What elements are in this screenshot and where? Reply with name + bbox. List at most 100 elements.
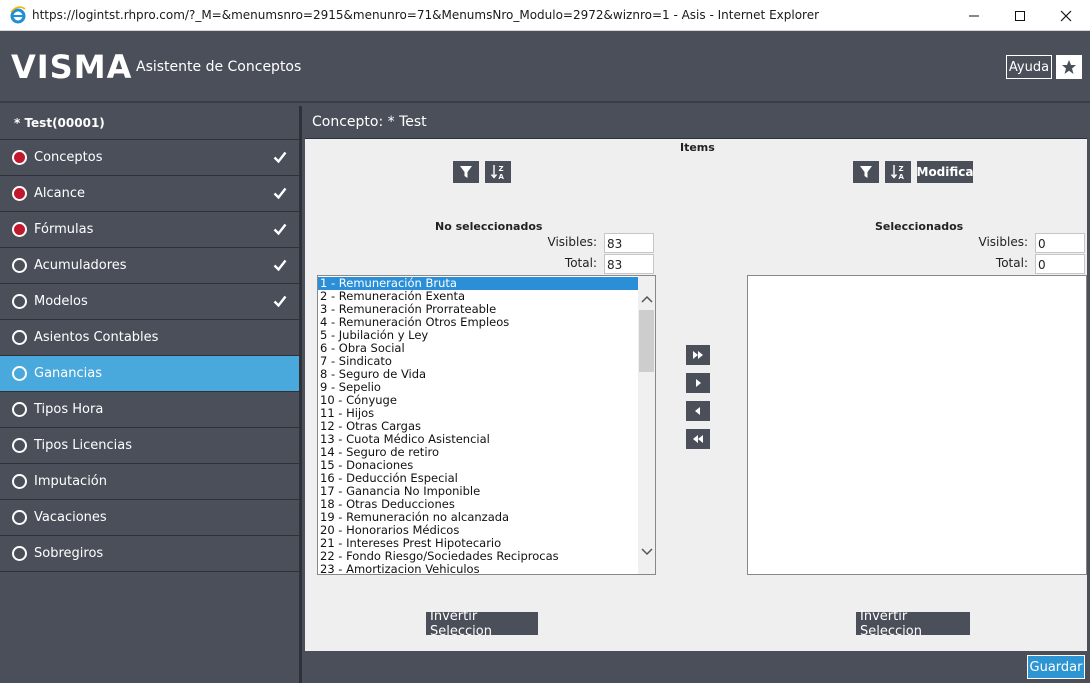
sidebar-item-tipos-hora[interactable]: Tipos Hora	[0, 392, 299, 428]
right-total-field[interactable]: 0	[1035, 254, 1085, 274]
items-label: Items	[680, 141, 715, 154]
sidebar-item-label: Imputación	[34, 474, 108, 489]
svg-text:Z: Z	[499, 165, 504, 173]
selected-listbox[interactable]	[747, 275, 1087, 575]
items-editor: Items Z A Z A Modifica No seleccionados	[305, 139, 1087, 651]
wizard-sidebar: * Test(00001) Conceptos Alcance Fórmulas Ac…	[0, 106, 302, 683]
app-title: Asistente de Conceptos	[136, 59, 302, 75]
step-complete-icon	[12, 150, 27, 165]
move-all-right-button[interactable]	[686, 345, 710, 365]
sort-z-a-icon: Z A	[490, 165, 505, 180]
star-icon	[1062, 60, 1076, 74]
step-circle-icon	[12, 366, 27, 381]
list-item[interactable]: 23 - Amortizacion Vehiculos	[318, 563, 655, 575]
sidebar-item-label: Acumuladores	[34, 258, 127, 273]
sidebar-item-label: Ganancias	[34, 366, 102, 381]
sidebar-item-asientos-contables[interactable]: Asientos Contables	[0, 320, 299, 356]
footer-bar: Guardar	[305, 651, 1087, 683]
wizard-steps: Conceptos Alcance Fórmulas Acumuladores Mode…	[0, 140, 299, 572]
help-button[interactable]: Ayuda	[1006, 55, 1052, 79]
left-invert-selection-button[interactable]: Invertir Seleccion	[426, 609, 538, 639]
sidebar-item-fórmulas[interactable]: Fórmulas	[0, 212, 299, 248]
sidebar-item-label: Tipos Licencias	[34, 438, 133, 453]
double-chevron-left-icon	[693, 435, 703, 443]
right-list-title: Seleccionados	[875, 220, 964, 233]
maximize-button[interactable]	[997, 0, 1043, 31]
sidebar-item-imputación[interactable]: Imputación	[0, 464, 299, 500]
move-all-left-button[interactable]	[686, 429, 710, 449]
right-invert-selection-button[interactable]: Invertir Seleccion	[856, 609, 970, 639]
sidebar-item-label: Tipos Hora	[34, 402, 104, 417]
close-button[interactable]	[1043, 0, 1089, 31]
sidebar-item-label: Fórmulas	[34, 222, 94, 237]
left-list-title: No seleccionados	[435, 220, 543, 233]
sidebar-item-tipos-licencias[interactable]: Tipos Licencias	[0, 428, 299, 464]
step-complete-icon	[12, 186, 27, 201]
checkmark-icon	[273, 295, 287, 308]
left-filter-button[interactable]	[453, 161, 479, 183]
double-chevron-right-icon	[693, 351, 703, 359]
left-visibles-label: Visibles:	[547, 235, 598, 249]
sidebar-item-label: Vacaciones	[34, 510, 107, 525]
checkmark-icon	[273, 187, 287, 200]
sidebar-item-label: Alcance	[34, 186, 86, 201]
filter-icon	[860, 166, 872, 178]
right-sort-button[interactable]: Z A	[885, 161, 911, 183]
left-sort-button[interactable]: Z A	[485, 161, 511, 183]
filter-icon	[460, 166, 472, 178]
sidebar-item-label: Sobregiros	[34, 546, 104, 561]
listbox-scrollbar[interactable]	[638, 276, 655, 574]
scroll-up-icon[interactable]	[638, 290, 655, 307]
minimize-button[interactable]	[951, 0, 997, 31]
sidebar-item-label: Conceptos	[34, 150, 103, 165]
sidebar-item-acumuladores[interactable]: Acumuladores	[0, 248, 299, 284]
checkmark-icon	[273, 151, 287, 164]
sort-z-a-icon: Z A	[890, 165, 905, 180]
right-visibles-field[interactable]: 0	[1035, 233, 1085, 253]
svg-text:A: A	[899, 173, 905, 180]
sidebar-item-label: Modelos	[34, 294, 88, 309]
save-button[interactable]: Guardar	[1027, 655, 1085, 679]
modify-button[interactable]: Modifica	[917, 161, 974, 183]
step-circle-icon	[12, 546, 27, 561]
sidebar-item-modelos[interactable]: Modelos	[0, 284, 299, 320]
move-left-button[interactable]	[686, 401, 710, 421]
sidebar-item-label: Asientos Contables	[34, 330, 159, 345]
visma-logo: VISMA	[11, 48, 133, 86]
sidebar-item-alcance[interactable]: Alcance	[0, 176, 299, 212]
main-panel: Concepto: * Test Items Z A Z A Modifica	[305, 106, 1087, 683]
chevron-right-icon	[696, 379, 701, 387]
step-complete-icon	[12, 222, 27, 237]
left-total-field[interactable]: 83	[604, 254, 654, 274]
sidebar-item-conceptos[interactable]: Conceptos	[0, 140, 299, 176]
app-header: VISMA Asistente de Conceptos Ayuda	[0, 31, 1090, 103]
sidebar-item-sobregiros[interactable]: Sobregiros	[0, 536, 299, 572]
svg-text:Z: Z	[899, 165, 904, 173]
sidebar-item-ganancias[interactable]: Ganancias	[0, 356, 299, 392]
step-circle-icon	[12, 330, 27, 345]
sidebar-item-vacaciones[interactable]: Vacaciones	[0, 500, 299, 536]
unselected-listbox[interactable]: 1 - Remuneración Bruta 2 - Remuneración E…	[317, 275, 656, 575]
step-circle-icon	[12, 474, 27, 489]
left-visibles-field[interactable]: 83	[604, 233, 654, 253]
page-title: Concepto: * Test	[305, 106, 1087, 139]
favorite-button[interactable]	[1056, 55, 1082, 79]
step-circle-icon	[12, 402, 27, 417]
move-right-button[interactable]	[686, 373, 710, 393]
right-filter-button[interactable]	[853, 161, 879, 183]
checkmark-icon	[273, 223, 287, 236]
chevron-left-icon	[695, 407, 700, 415]
window-titlebar: https://logintst.rhpro.com/?_M=&menumsnr…	[0, 0, 1090, 31]
step-circle-icon	[12, 258, 27, 273]
sidebar-title: * Test(00001)	[0, 106, 299, 140]
right-visibles-label: Visibles:	[978, 235, 1029, 249]
checkmark-icon	[273, 259, 287, 272]
scroll-down-icon[interactable]	[638, 543, 655, 560]
step-circle-icon	[12, 438, 27, 453]
scroll-thumb[interactable]	[639, 310, 654, 372]
svg-text:A: A	[499, 173, 505, 180]
window-title: https://logintst.rhpro.com/?_M=&menumsnr…	[32, 8, 820, 22]
internet-explorer-icon	[9, 6, 27, 24]
step-circle-icon	[12, 510, 27, 525]
step-circle-icon	[12, 294, 27, 309]
